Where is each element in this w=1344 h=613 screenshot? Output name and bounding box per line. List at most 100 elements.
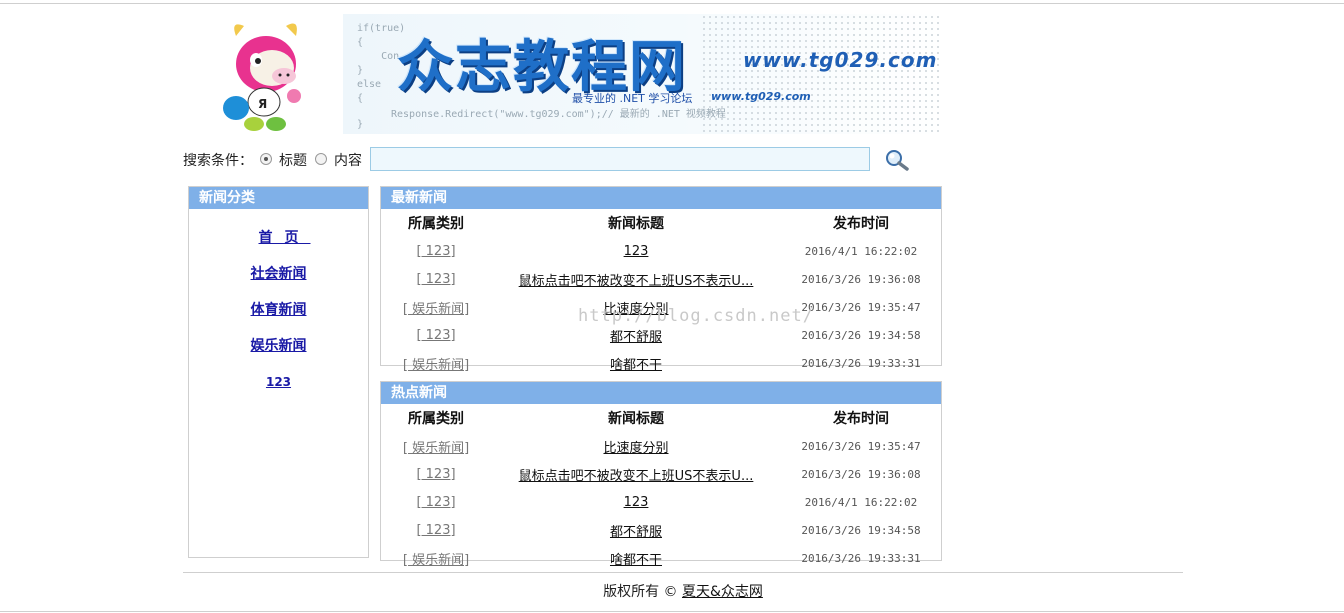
sidebar-title: 新闻分类 <box>189 187 368 209</box>
table-row: [ 123] 鼠标点击吧不被改变不上班US不表示U... 2016/3/26 1… <box>381 460 941 488</box>
hot-news-table: 所属类别 新闻标题 发布时间 [ 娱乐新闻] 比速度分别 2016/3/26 1… <box>381 404 941 572</box>
footer-divider <box>183 572 1183 573</box>
category-list: 首页 社会新闻 体育新闻 娱乐新闻 123 <box>189 209 368 405</box>
search-input[interactable] <box>370 147 870 171</box>
category-link[interactable]: [ 123] <box>416 523 455 538</box>
news-title-link[interactable]: 123 <box>624 495 649 510</box>
time-cell: 2016/3/26 19:33:31 <box>801 356 921 370</box>
column-header-title: 新闻标题 <box>608 216 664 232</box>
search-bar: 搜索条件： 标题 内容 <box>183 146 943 174</box>
news-title-link[interactable]: 鼠标点击吧不被改变不上班US不表示U... <box>519 274 754 289</box>
sidebar-item-sports: 体育新闻 <box>189 297 368 333</box>
category-cell: [ 123] <box>381 460 491 488</box>
category-link[interactable]: [ 娱乐新闻] <box>403 441 469 456</box>
sidebar-link-society[interactable]: 社会新闻 <box>251 266 307 282</box>
copyright-link[interactable]: 夏天&众志网 <box>682 584 763 600</box>
news-title-link[interactable]: 123 <box>624 244 649 259</box>
table-header-row: 所属类别 新闻标题 发布时间 <box>381 209 941 237</box>
column-header-time: 发布时间 <box>833 411 889 427</box>
category-cell: [ 123] <box>381 265 491 293</box>
top-divider <box>0 3 1344 4</box>
column-header-time: 发布时间 <box>833 216 889 232</box>
radio-title-label: 标题 <box>279 153 307 169</box>
copyright-text: 版权所有 © <box>603 584 678 600</box>
category-link[interactable]: [ 娱乐新闻] <box>403 302 469 317</box>
category-link[interactable]: [ 娱乐新闻] <box>403 553 469 568</box>
sidebar-link-sports[interactable]: 体育新闻 <box>251 302 307 318</box>
sidebar-item-society: 社会新闻 <box>189 261 368 297</box>
title-cell: 123 <box>491 488 781 516</box>
hot-news-panel: 热点新闻 所属类别 新闻标题 发布时间 [ 娱乐新闻] 比速度分别 2016/3… <box>380 381 942 568</box>
header-banner: if(true) { Con } else { } 众志教程网 www.tg02… <box>343 14 941 134</box>
category-cell: [ 123] <box>381 237 491 265</box>
category-cell: [ 娱乐新闻] <box>381 293 491 321</box>
news-title-link[interactable]: 比速度分别 <box>603 441 668 456</box>
news-title-link[interactable]: 啥都不干 <box>610 358 662 373</box>
search-label: 搜索条件： <box>183 153 253 169</box>
title-cell: 鼠标点击吧不被改变不上班US不表示U... <box>491 460 781 488</box>
title-cell: 啥都不干 <box>491 349 781 377</box>
category-cell: [ 娱乐新闻] <box>381 432 491 460</box>
site-tagline: 最专业的 .NET 学习论坛 <box>572 92 693 105</box>
category-cell: [ 123] <box>381 488 491 516</box>
table-row: [ 娱乐新闻] 比速度分别 2016/3/26 19:35:47 <box>381 432 941 460</box>
hot-news-title: 热点新闻 <box>381 382 941 404</box>
news-title-link[interactable]: 啥都不干 <box>610 553 662 568</box>
latest-news-title: 最新新闻 <box>381 187 941 209</box>
category-link[interactable]: [ 123] <box>416 328 455 343</box>
latest-news-panel: 最新新闻 所属类别 新闻标题 发布时间 [ 123] 123 2016/4/1 … <box>380 186 942 373</box>
sidebar-link-home[interactable]: 首页 <box>247 230 311 246</box>
sidebar-link-123[interactable]: 123 <box>266 375 291 389</box>
latest-news-table: 所属类别 新闻标题 发布时间 [ 123] 123 2016/4/1 16:22… <box>381 209 941 377</box>
title-cell: 比速度分别 <box>491 432 781 460</box>
category-cell: [ 娱乐新闻] <box>381 544 491 572</box>
table-header-row: 所属类别 新闻标题 发布时间 <box>381 404 941 432</box>
site-tagline-url: www.tg029.com <box>711 90 811 103</box>
category-cell: [ 娱乐新闻] <box>381 349 491 377</box>
footer: 版权所有 © 夏天&众志网 <box>183 581 1183 601</box>
table-row: [ 123] 123 2016/4/1 16:22:02 <box>381 488 941 516</box>
news-title-link[interactable]: 都不舒服 <box>610 525 662 540</box>
site-url: www.tg029.com <box>743 48 938 72</box>
banner-code-tail: } <box>357 119 364 130</box>
time-cell: 2016/4/1 16:22:02 <box>804 495 918 509</box>
category-cell: [ 123] <box>381 516 491 544</box>
title-cell: 鼠标点击吧不被改变不上班US不表示U... <box>491 265 781 293</box>
column-header-category: 所属类别 <box>408 411 464 427</box>
sidebar-link-entertainment[interactable]: 娱乐新闻 <box>251 338 307 354</box>
sidebar-item-entertainment: 娱乐新闻 <box>189 333 368 369</box>
category-link[interactable]: [ 123] <box>416 272 455 287</box>
sidebar-item-home: 首页 <box>189 225 368 261</box>
sidebar-item-123: 123 <box>189 369 368 405</box>
time-cell: 2016/3/26 19:33:31 <box>801 551 921 565</box>
table-row: [ 娱乐新闻] 啥都不干 2016/3/26 19:33:31 <box>381 349 941 377</box>
time-cell: 2016/4/1 16:22:02 <box>804 244 918 258</box>
column-header-title: 新闻标题 <box>608 411 664 427</box>
mascot-logo: Я <box>223 23 301 131</box>
title-cell: 都不舒服 <box>491 516 781 544</box>
time-cell: 2016/3/26 19:35:47 <box>801 439 921 453</box>
category-cell: [ 123] <box>381 321 491 349</box>
svg-text:Я: Я <box>258 97 267 111</box>
radio-content-label: 内容 <box>334 153 362 169</box>
category-link[interactable]: [ 123] <box>416 495 455 510</box>
table-row: [ 123] 鼠标点击吧不被改变不上班US不表示U... 2016/3/26 1… <box>381 265 941 293</box>
news-title-link[interactable]: 都不舒服 <box>610 330 662 345</box>
table-row: [ 娱乐新闻] 啥都不干 2016/3/26 19:33:31 <box>381 544 941 572</box>
bottom-divider <box>0 611 1344 612</box>
category-link[interactable]: [ 娱乐新闻] <box>403 358 469 373</box>
search-icon[interactable] <box>883 148 911 172</box>
table-row: [ 123] 123 2016/4/1 16:22:02 <box>381 237 941 265</box>
category-link[interactable]: [ 123] <box>416 244 455 259</box>
table-row: [ 123] 都不舒服 2016/3/26 19:34:58 <box>381 516 941 544</box>
column-header-category: 所属类别 <box>408 216 464 232</box>
category-link[interactable]: [ 123] <box>416 467 455 482</box>
title-cell: 123 <box>491 237 781 265</box>
time-cell: 2016/3/26 19:34:58 <box>801 523 921 537</box>
radio-title[interactable] <box>260 153 272 165</box>
radio-content[interactable] <box>315 153 327 165</box>
time-cell: 2016/3/26 19:36:08 <box>801 467 921 481</box>
category-sidebar: 新闻分类 首页 社会新闻 体育新闻 娱乐新闻 123 <box>188 186 369 558</box>
title-cell: 啥都不干 <box>491 544 781 572</box>
news-title-link[interactable]: 鼠标点击吧不被改变不上班US不表示U... <box>519 469 754 484</box>
